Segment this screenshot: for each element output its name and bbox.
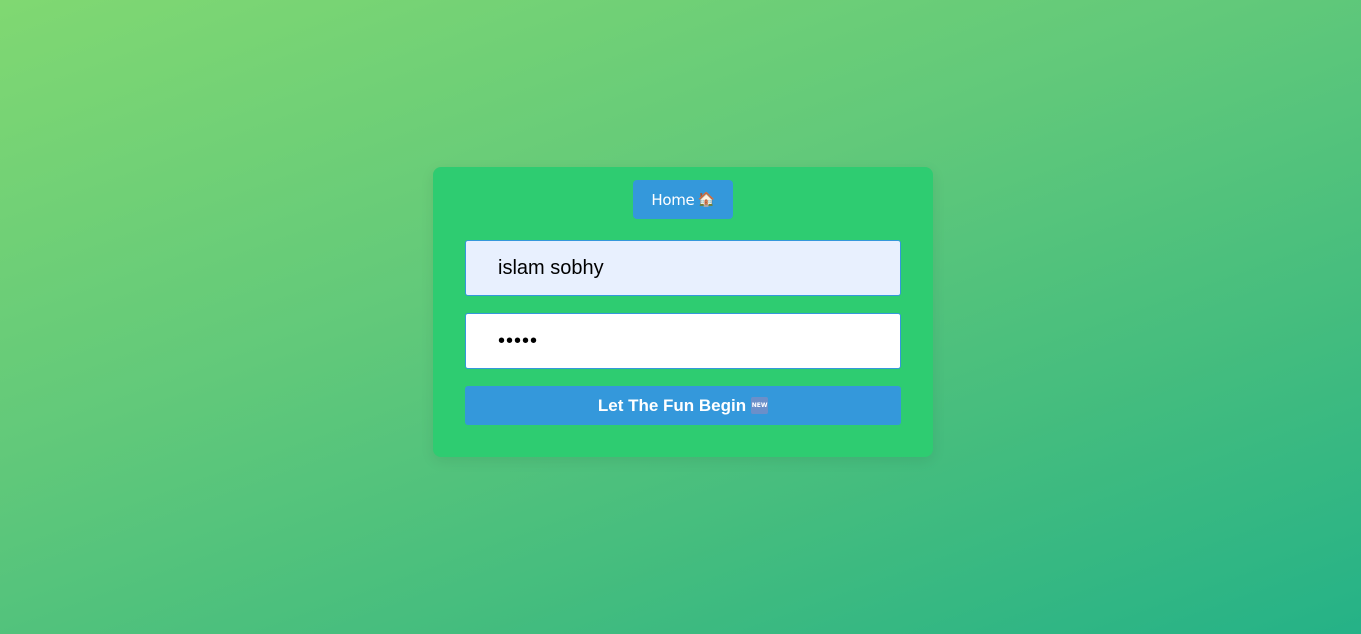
password-input[interactable]	[465, 313, 901, 369]
login-card: Home 🏠 Let The Fun Begin NEW	[433, 167, 933, 457]
home-button[interactable]: Home 🏠	[633, 180, 733, 219]
home-button-label: Home	[651, 190, 695, 209]
submit-button[interactable]: Let The Fun Begin NEW	[465, 386, 901, 425]
username-input[interactable]	[465, 240, 901, 296]
new-icon: NEW	[751, 397, 769, 414]
house-icon: 🏠	[697, 191, 715, 208]
submit-button-label: Let The Fun Begin	[597, 395, 747, 415]
